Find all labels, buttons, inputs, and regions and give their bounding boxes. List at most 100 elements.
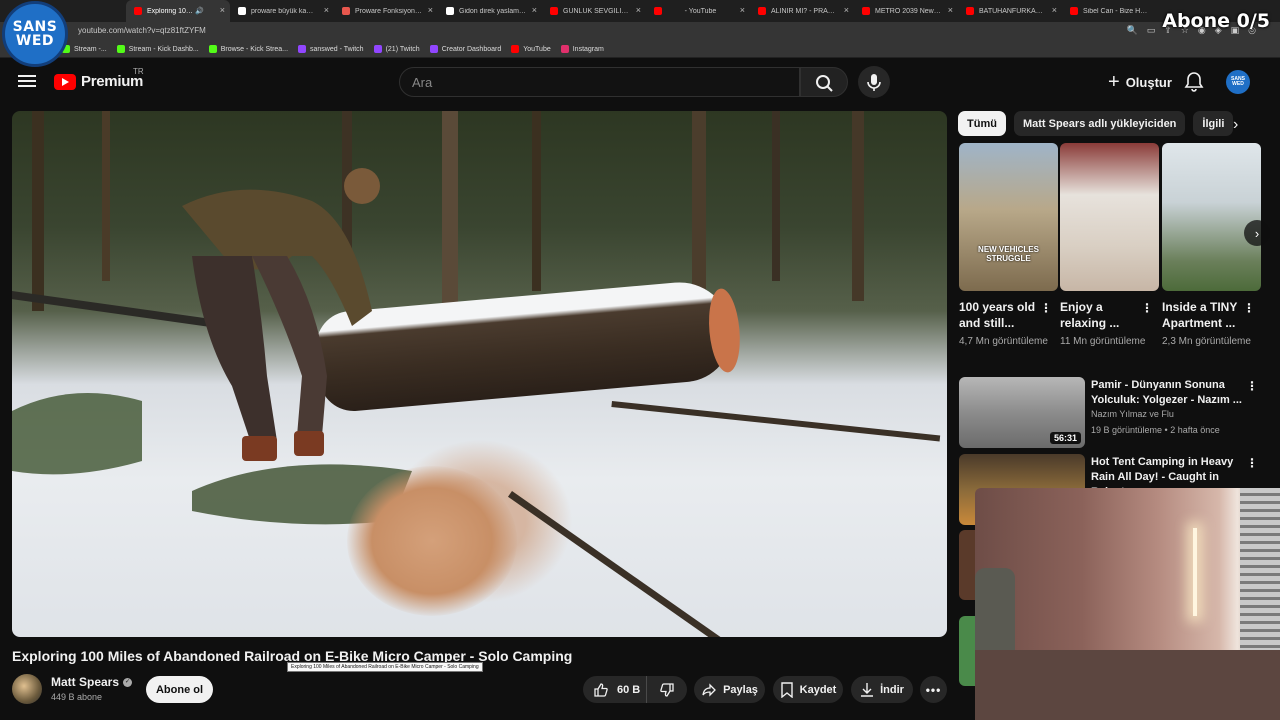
- close-tab-icon[interactable]: ×: [532, 5, 537, 15]
- short-thumbnail[interactable]: [1162, 143, 1261, 291]
- close-tab-icon[interactable]: ×: [324, 5, 329, 15]
- browser-tab-strip: Exploring 100 Miles o 🔊 × proware büyük …: [0, 0, 1280, 22]
- thumbs-down-icon: [660, 682, 674, 697]
- lamp-light: [1193, 528, 1197, 616]
- tab-title: BATUHANFURKANS - HÜ: [979, 7, 1046, 15]
- chip-related[interactable]: İlgili: [1193, 111, 1234, 136]
- speaker-icon[interactable]: 🔊: [195, 7, 204, 15]
- twitch-icon: [373, 45, 382, 53]
- kick-icon: [116, 45, 125, 53]
- browser-tab[interactable]: Sibel Can - Bize Has (Slo: [1062, 0, 1166, 22]
- browser-tab[interactable]: METRO 2039 New Gamep ×: [854, 0, 958, 22]
- search-button[interactable]: [800, 67, 848, 97]
- video-thumbnail[interactable]: 56:31: [959, 377, 1085, 448]
- more-vertical-icon[interactable]: ⋮: [1246, 379, 1258, 393]
- close-tab-icon[interactable]: ×: [948, 5, 953, 15]
- close-tab-icon[interactable]: ×: [844, 5, 849, 15]
- url-text[interactable]: youtube.com/watch?v=qtz81ftZYFM: [78, 26, 206, 35]
- bookmark[interactable]: Instagram: [560, 45, 604, 53]
- bookmark[interactable]: Stream -...: [62, 45, 107, 53]
- close-tab-icon[interactable]: ×: [740, 5, 745, 15]
- cast-icon[interactable]: ▭: [1147, 25, 1156, 36]
- tab-title: METRO 2039 New Gamep: [875, 7, 942, 15]
- close-tab-icon[interactable]: ×: [220, 5, 225, 15]
- shorts-shelf: NEW VEHICLES STRUGGLE 100 years old and …: [959, 143, 1264, 363]
- dislike-button[interactable]: [647, 682, 687, 698]
- browser-tab[interactable]: Exploring 100 Miles o 🔊 ×: [126, 0, 230, 22]
- youtube-logo[interactable]: Premium TR: [54, 67, 144, 90]
- menu-icon[interactable]: [18, 72, 36, 90]
- bookmark[interactable]: Browse - Kick Strea...: [208, 45, 288, 53]
- streamer-logo: SANS WED: [2, 1, 68, 67]
- bookmark[interactable]: YouTube: [511, 45, 551, 53]
- youtube-favicon-icon: [134, 7, 142, 15]
- voice-search-button[interactable]: [858, 66, 890, 98]
- video-thumbnail[interactable]: [959, 616, 975, 686]
- save-button[interactable]: Kaydet: [773, 676, 843, 703]
- download-button[interactable]: İndir: [851, 676, 913, 703]
- browser-tab[interactable]: Gidon direk yaslama - G ×: [438, 0, 542, 22]
- share-arrow-icon: [702, 682, 716, 697]
- share-button[interactable]: Paylaş: [694, 676, 765, 703]
- like-button[interactable]: 60 B: [583, 676, 647, 703]
- youtube-favicon-icon: [966, 7, 974, 15]
- create-button[interactable]: + Oluştur: [1100, 68, 1180, 96]
- chevron-right-icon[interactable]: ›: [1233, 116, 1238, 134]
- video-thumbnail[interactable]: [959, 530, 975, 600]
- chip-from-uploader[interactable]: Matt Spears adlı yükleyiciden: [1013, 111, 1186, 136]
- chevron-right-icon[interactable]: ›: [1244, 220, 1270, 246]
- channel-name[interactable]: Matt Spears: [51, 675, 119, 689]
- bookmark[interactable]: Stream - Kick Dashb...: [116, 45, 199, 53]
- bookmark[interactable]: Creator Dashboard: [429, 45, 501, 53]
- youtube-header: Premium TR Ara + Oluştur SANS WED: [0, 58, 1280, 106]
- channel-avatar[interactable]: [12, 674, 42, 704]
- browser-tab[interactable]: - YouTube ×: [646, 0, 750, 22]
- close-tab-icon[interactable]: ×: [1052, 5, 1057, 15]
- account-avatar[interactable]: SANS WED: [1226, 70, 1250, 94]
- google-favicon-icon: [238, 7, 246, 15]
- more-vertical-icon[interactable]: ⋮: [1040, 301, 1052, 315]
- short-card[interactable]: Inside a TINY Apartment ... 2,3 Mn görün…: [1162, 143, 1261, 349]
- short-thumbnail[interactable]: [1060, 143, 1159, 291]
- plus-icon: +: [1108, 71, 1120, 93]
- instagram-icon: [560, 45, 569, 53]
- twitch-icon: [429, 45, 438, 53]
- browser-tab[interactable]: proware büyük kamp ba ×: [230, 0, 334, 22]
- short-title[interactable]: 100 years old and still...: [959, 299, 1039, 331]
- address-bar[interactable]: youtube.com/watch?v=qtz81ftZYFM 🔍 ▭ ⇪ ☆ …: [0, 22, 1280, 41]
- short-thumbnail[interactable]: NEW VEHICLES STRUGGLE: [959, 143, 1058, 291]
- video-player[interactable]: [12, 111, 947, 637]
- browser-tab[interactable]: ALINIR MI? - PRAGMATA ×: [750, 0, 854, 22]
- microphone-icon: [867, 74, 881, 91]
- short-views: 4,7 Mn görüntüleme: [959, 336, 1048, 347]
- browser-tab[interactable]: BATUHANFURKANS - HÜ ×: [958, 0, 1062, 22]
- search-input[interactable]: Ara: [399, 67, 800, 97]
- bell-icon: [1184, 72, 1204, 92]
- short-card[interactable]: Enjoy a relaxing ... 11 Mn görüntüleme ⋮: [1060, 143, 1159, 349]
- channel-name[interactable]: Nazım Yılmaz ve Flu: [1091, 409, 1174, 419]
- browser-tab[interactable]: GÜNLÜK SEVGİLİ KİRALA ×: [542, 0, 646, 22]
- zoom-icon[interactable]: 🔍: [1126, 25, 1137, 36]
- more-vertical-icon[interactable]: ⋮: [1243, 301, 1255, 315]
- youtube-favicon-icon: [550, 7, 558, 15]
- recommended-video[interactable]: 56:31 Pamir - Dünyanın Sonuna Yolculuk: …: [959, 377, 1264, 449]
- short-title[interactable]: Enjoy a relaxing ...: [1060, 299, 1140, 331]
- subscribe-button[interactable]: Abone ol: [146, 676, 213, 703]
- bookmark-label: sanswed - Twitch: [310, 45, 364, 53]
- notifications-button[interactable]: [1184, 71, 1204, 93]
- bookmark[interactable]: sanswed - Twitch: [298, 45, 364, 53]
- bookmark[interactable]: (21) Twitch: [373, 45, 420, 53]
- short-card[interactable]: NEW VEHICLES STRUGGLE 100 years old and …: [959, 143, 1058, 349]
- chip-all[interactable]: Tümü: [958, 111, 1006, 136]
- channel-name-row[interactable]: Matt Spears ✓: [51, 675, 133, 689]
- close-tab-icon[interactable]: ×: [428, 5, 433, 15]
- more-vertical-icon[interactable]: ⋮: [1246, 456, 1258, 470]
- video-title-link[interactable]: Pamir - Dünyanın Sonuna Yolculuk: Yolgez…: [1091, 378, 1246, 408]
- subscriber-count: 449 B abone: [51, 692, 103, 702]
- browser-tab[interactable]: Proware Fonksiyonel Kam ×: [334, 0, 438, 22]
- thumbs-up-icon: [594, 682, 608, 697]
- close-tab-icon[interactable]: ×: [636, 5, 641, 15]
- short-title[interactable]: Inside a TINY Apartment ...: [1162, 299, 1242, 331]
- more-vertical-icon[interactable]: ⋮: [1141, 301, 1153, 315]
- more-actions-button[interactable]: •••: [920, 676, 947, 703]
